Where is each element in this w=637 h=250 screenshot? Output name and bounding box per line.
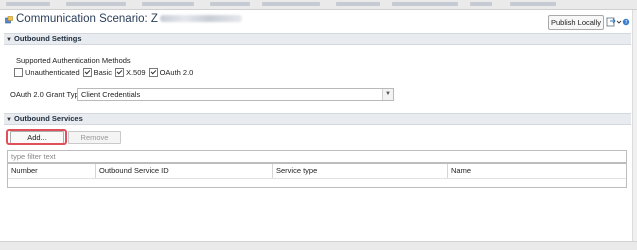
auth-oauth2[interactable]: OAuth 2.0 xyxy=(148,68,194,77)
filter-field[interactable] xyxy=(7,150,627,163)
outbound-settings-section-header[interactable]: ▼ Outbound Settings xyxy=(4,33,631,45)
grant-type-value: Client Credentials xyxy=(81,90,141,99)
page-title-text: Communication Scenario: Z xyxy=(16,13,158,25)
basic-label: Basic xyxy=(93,68,112,77)
table-body[interactable] xyxy=(8,178,626,188)
toolbar-icons: ? xyxy=(606,17,630,27)
auth-unauthenticated[interactable]: Unauthenticated xyxy=(14,68,80,77)
basic-checkbox[interactable] xyxy=(82,68,92,77)
column-header-service-type[interactable]: Service type xyxy=(273,164,448,178)
svg-text:?: ? xyxy=(625,20,628,26)
page-title: Communication Scenario: Z xyxy=(16,13,242,25)
editor-header: Communication Scenario: Z Publish Locall… xyxy=(0,10,632,32)
editor-tab-strip[interactable] xyxy=(0,0,637,10)
unauthenticated-checkbox[interactable] xyxy=(14,68,23,77)
x509-label: X.509 xyxy=(125,68,146,77)
auth-methods-label: Supported Authentication Methods xyxy=(16,56,131,65)
unauthenticated-label: Unauthenticated xyxy=(25,68,80,77)
column-header-name[interactable]: Name xyxy=(448,164,626,178)
outbound-services-title: Outbound Services xyxy=(14,114,83,123)
collapse-triangle-icon[interactable]: ▼ xyxy=(6,35,14,45)
chevron-down-icon[interactable]: ▼ xyxy=(382,89,393,100)
grant-type-select[interactable]: Client Credentials ▼ xyxy=(77,88,394,101)
filter-input[interactable] xyxy=(8,151,614,162)
help-icon[interactable]: ? xyxy=(622,18,630,26)
outbound-services-section-header[interactable]: ▼ Outbound Services xyxy=(4,113,631,125)
oauth2-label: OAuth 2.0 xyxy=(159,68,194,77)
communication-scenario-icon xyxy=(5,16,13,24)
outbound-services-table[interactable]: Number Outbound Service ID Service type … xyxy=(7,163,627,188)
add-button-highlight xyxy=(6,129,67,145)
outbound-settings-title: Outbound Settings xyxy=(14,34,82,43)
auth-x509[interactable]: X.509 xyxy=(114,68,146,77)
auth-methods-group: Unauthenticated Basic X.509 OAuth 2.0 xyxy=(14,67,196,78)
column-header-number[interactable]: Number xyxy=(8,164,96,178)
publish-locally-button[interactable]: Publish Locally xyxy=(548,15,604,30)
x509-checkbox[interactable] xyxy=(114,68,124,77)
column-header-outbound-service-id[interactable]: Outbound Service ID xyxy=(96,164,273,178)
scenario-editor: Communication Scenario: Z Publish Locall… xyxy=(0,10,632,239)
export-icon[interactable] xyxy=(606,17,616,27)
remove-button[interactable]: Remove xyxy=(68,131,121,144)
oauth2-checkbox[interactable] xyxy=(148,68,158,77)
redacted-scenario-id xyxy=(159,15,242,23)
grant-type-label: OAuth 2.0 Grant Type: xyxy=(10,90,85,99)
auth-basic[interactable]: Basic xyxy=(82,68,112,77)
chevron-down-icon[interactable] xyxy=(616,20,622,24)
vertical-scrollbar[interactable] xyxy=(632,10,637,241)
collapse-triangle-icon[interactable]: ▼ xyxy=(6,115,14,125)
